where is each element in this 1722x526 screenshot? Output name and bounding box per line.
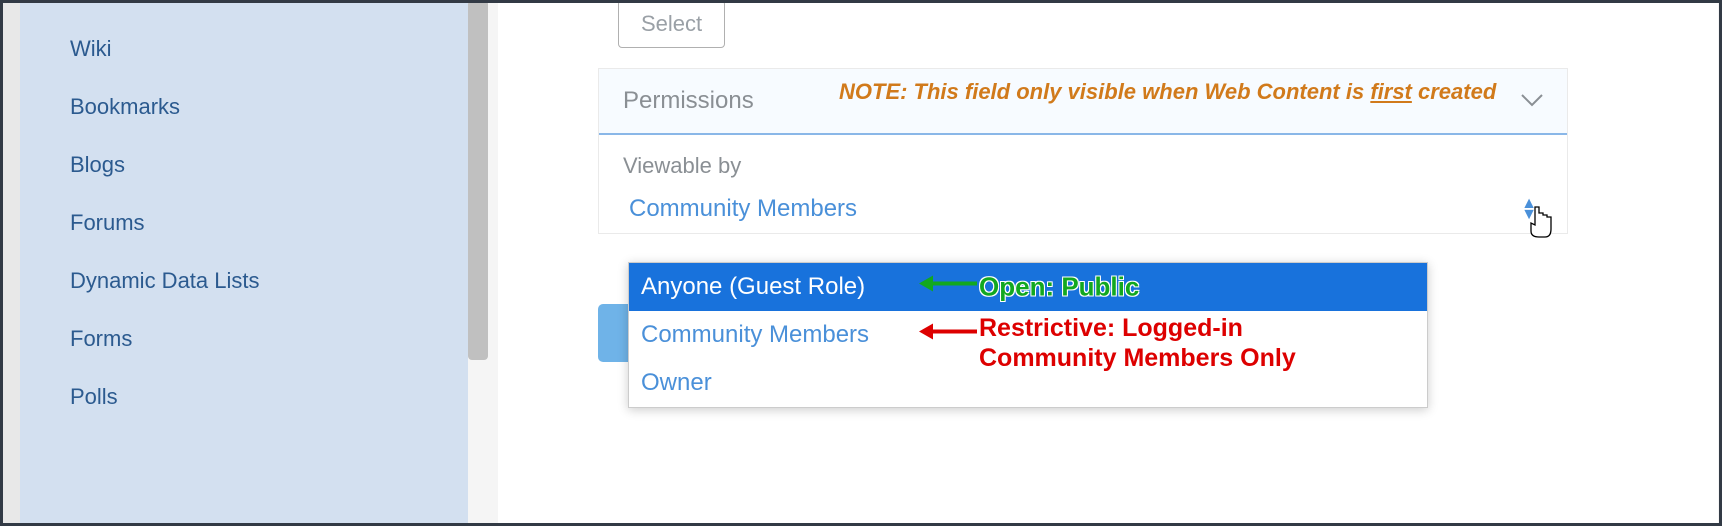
- sidebar-item-forums[interactable]: Forums: [20, 194, 468, 252]
- annotation-restrictive-line1: Restrictive: Logged-in: [979, 314, 1243, 342]
- viewable-by-dropdown: Anyone (Guest Role) Open: Public Communi…: [628, 262, 1428, 408]
- dropdown-option-anyone[interactable]: Anyone (Guest Role) Open: Public: [629, 263, 1427, 311]
- dropdown-option-owner[interactable]: Owner: [629, 359, 1427, 407]
- dropdown-option-community-members[interactable]: Community Members Restrictive: Logged-in…: [629, 311, 1427, 359]
- sidebar: Wiki Bookmarks Blogs Forums Dynamic Data…: [0, 0, 468, 526]
- arrow-left-green-icon: [919, 272, 979, 303]
- select-area: Select: [498, 0, 1718, 68]
- sidebar-item-dynamic-data-lists[interactable]: Dynamic Data Lists: [20, 252, 468, 310]
- annotation-open-public: Open: Public: [979, 272, 1139, 303]
- sidebar-item-forms[interactable]: Forms: [20, 310, 468, 368]
- sidebar-item-blogs[interactable]: Blogs: [20, 136, 468, 194]
- permissions-title: Permissions: [623, 87, 754, 115]
- chevron-down-icon[interactable]: [1521, 87, 1543, 115]
- dropdown-option-label: Community Members: [641, 321, 869, 348]
- sidebar-item-bookmarks[interactable]: Bookmarks: [20, 78, 468, 136]
- dropdown-option-label: Anyone (Guest Role): [641, 273, 865, 300]
- note-annotation: NOTE: This field only visible when Web C…: [839, 79, 1496, 105]
- select-button[interactable]: Select: [618, 0, 725, 48]
- permissions-panel: Permissions NOTE: This field only visibl…: [598, 68, 1568, 234]
- sidebar-item-wiki[interactable]: Wiki: [20, 20, 468, 78]
- viewable-by-value: Community Members: [629, 195, 857, 223]
- note-emph: first: [1370, 79, 1412, 104]
- arrow-left-red-icon: [919, 320, 979, 351]
- sidebar-item-polls[interactable]: Polls: [20, 368, 468, 426]
- viewable-by-label: Viewable by: [599, 135, 1567, 185]
- sidebar-scrollbar[interactable]: [468, 0, 488, 360]
- note-part2: created: [1412, 79, 1496, 104]
- dropdown-option-label: Owner: [641, 369, 712, 396]
- select-sort-icon: ▲▼: [1521, 198, 1537, 220]
- permissions-header[interactable]: Permissions NOTE: This field only visibl…: [599, 69, 1567, 135]
- viewable-by-select[interactable]: Community Members ▲▼: [617, 185, 1549, 233]
- note-part1: NOTE: This field only visible when Web C…: [839, 79, 1370, 104]
- main-content: Select Permissions NOTE: This field only…: [498, 0, 1718, 526]
